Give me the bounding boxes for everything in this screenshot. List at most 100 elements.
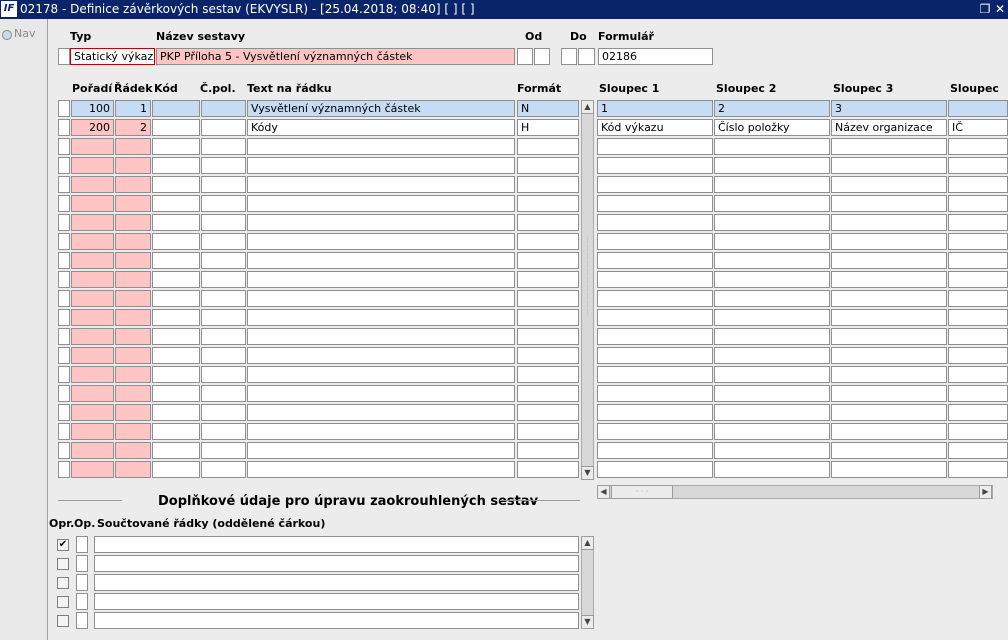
grid-cell-cpol[interactable] xyxy=(201,252,246,269)
grid-cell-sloupec-1[interactable] xyxy=(597,423,713,440)
grid-cell-sloupec-3[interactable] xyxy=(831,214,947,231)
opr-checkbox[interactable] xyxy=(57,577,69,589)
grid-cell-sloupec-1[interactable]: Kód výkazu xyxy=(597,119,713,136)
row-indicator[interactable] xyxy=(58,100,70,117)
grid-cell-cpol[interactable] xyxy=(201,347,246,364)
grid-cell-kod[interactable] xyxy=(152,385,200,402)
grid-cell-format[interactable]: N xyxy=(517,100,579,117)
grid-cell-kod[interactable] xyxy=(152,328,200,345)
grid-cell-text[interactable] xyxy=(247,461,515,478)
grid-cell-text[interactable] xyxy=(247,176,515,193)
grid-cell-sloupec-1[interactable] xyxy=(597,442,713,459)
grid-cell-text[interactable] xyxy=(247,385,515,402)
grid-cell-poradi[interactable] xyxy=(71,214,114,231)
grid-cell-cpol[interactable] xyxy=(201,195,246,212)
grid-cell-kod[interactable] xyxy=(152,461,200,478)
grid-cell-poradi[interactable] xyxy=(71,423,114,440)
grid-cell-sloupec-1[interactable] xyxy=(597,404,713,421)
grid-cell-sloupec-3[interactable] xyxy=(831,366,947,383)
grid-cell-poradi[interactable] xyxy=(71,290,114,307)
grid-cell-radek[interactable] xyxy=(115,309,151,326)
grid-cell-sloupec-2[interactable] xyxy=(714,328,830,345)
grid-cell-text[interactable] xyxy=(247,366,515,383)
grid-cell-format[interactable]: H xyxy=(517,119,579,136)
grid-cell-sloupec-3[interactable] xyxy=(831,347,947,364)
od-field-1[interactable] xyxy=(517,48,533,65)
grid-cell-kod[interactable] xyxy=(152,290,200,307)
grid-cell-text[interactable] xyxy=(247,233,515,250)
grid-cell-sloupec-4[interactable] xyxy=(948,404,1008,421)
grid-cell-format[interactable] xyxy=(517,138,579,155)
scroll-grip-icon[interactable]: ⋮ ⋮ ⋮ ⋮ ⋮ ⋮ ⋮ ⋮ ⋮ ⋮ xyxy=(584,236,591,326)
grid-cell-format[interactable] xyxy=(517,195,579,212)
grid-cell-sloupec-4[interactable]: IČ xyxy=(948,119,1008,136)
grid-cell-radek[interactable] xyxy=(115,233,151,250)
header-record-indicator[interactable] xyxy=(58,48,70,65)
grid-cell-sloupec-3[interactable] xyxy=(831,157,947,174)
grid-cell-sloupec-2[interactable] xyxy=(714,195,830,212)
grid-cell-kod[interactable] xyxy=(152,100,200,117)
grid-cell-kod[interactable] xyxy=(152,138,200,155)
grid-cell-poradi[interactable] xyxy=(71,328,114,345)
grid-cell-sloupec-2[interactable] xyxy=(714,214,830,231)
grid-cell-radek[interactable] xyxy=(115,195,151,212)
grid-cell-sloupec-2[interactable] xyxy=(714,233,830,250)
op-field[interactable] xyxy=(76,612,88,629)
grid-cell-kod[interactable] xyxy=(152,271,200,288)
grid-cell-sloupec-4[interactable] xyxy=(948,157,1008,174)
grid-cell-radek[interactable] xyxy=(115,442,151,459)
scroll-up-icon[interactable]: ▲ xyxy=(581,100,594,114)
grid-cell-cpol[interactable] xyxy=(201,366,246,383)
grid-cell-sloupec-3[interactable] xyxy=(831,442,947,459)
grid-cell-sloupec-2[interactable] xyxy=(714,461,830,478)
grid-cell-cpol[interactable] xyxy=(201,214,246,231)
grid-cell-cpol[interactable] xyxy=(201,461,246,478)
scroll-down-icon[interactable]: ▼ xyxy=(581,466,594,480)
op-field[interactable] xyxy=(76,593,88,610)
grid-cell-format[interactable] xyxy=(517,157,579,174)
grid-cell-cpol[interactable] xyxy=(201,138,246,155)
grid-cell-sloupec-1[interactable] xyxy=(597,233,713,250)
grid-cell-kod[interactable] xyxy=(152,176,200,193)
grid-cell-cpol[interactable] xyxy=(201,100,246,117)
grid-cell-sloupec-4[interactable] xyxy=(948,100,1008,117)
grid-cell-sloupec-2[interactable] xyxy=(714,404,830,421)
opr-checkbox[interactable] xyxy=(57,558,69,570)
grid-cell-text[interactable] xyxy=(247,195,515,212)
grid-cell-sloupec-2[interactable]: 2 xyxy=(714,100,830,117)
grid-cell-format[interactable] xyxy=(517,309,579,326)
grid-cell-poradi[interactable] xyxy=(71,347,114,364)
grid-cell-sloupec-2[interactable] xyxy=(714,366,830,383)
grid-cell-sloupec-2[interactable] xyxy=(714,309,830,326)
grid-cell-sloupec-2[interactable]: Číslo položky xyxy=(714,119,830,136)
grid-cell-sloupec-3[interactable] xyxy=(831,195,947,212)
grid-cell-cpol[interactable] xyxy=(201,442,246,459)
grid-cell-format[interactable] xyxy=(517,252,579,269)
grid-cell-kod[interactable] xyxy=(152,423,200,440)
row-indicator[interactable] xyxy=(58,157,70,174)
row-indicator[interactable] xyxy=(58,423,70,440)
grid-cell-sloupec-3[interactable] xyxy=(831,404,947,421)
grid-cell-format[interactable] xyxy=(517,423,579,440)
row-indicator[interactable] xyxy=(58,404,70,421)
grid-cell-sloupec-1[interactable] xyxy=(597,195,713,212)
grid-cell-sloupec-2[interactable] xyxy=(714,271,830,288)
grid-cell-cpol[interactable] xyxy=(201,385,246,402)
grid-cell-text[interactable] xyxy=(247,271,515,288)
grid-cell-sloupec-3[interactable] xyxy=(831,252,947,269)
row-indicator[interactable] xyxy=(58,461,70,478)
grid-cell-sloupec-4[interactable] xyxy=(948,176,1008,193)
grid-cell-radek[interactable] xyxy=(115,214,151,231)
grid-cell-radek[interactable] xyxy=(115,385,151,402)
grid-cell-sloupec-3[interactable] xyxy=(831,233,947,250)
grid-cell-text[interactable] xyxy=(247,423,515,440)
grid-cell-cpol[interactable] xyxy=(201,157,246,174)
row-indicator[interactable] xyxy=(58,195,70,212)
grid-cell-sloupec-4[interactable] xyxy=(948,214,1008,231)
grid-cell-sloupec-1[interactable] xyxy=(597,252,713,269)
row-indicator[interactable] xyxy=(58,385,70,402)
grid-cell-text[interactable] xyxy=(247,347,515,364)
horizontal-scroll-thumb[interactable]: · · · xyxy=(611,485,673,499)
grid-cell-sloupec-1[interactable] xyxy=(597,157,713,174)
grid-cell-cpol[interactable] xyxy=(201,309,246,326)
